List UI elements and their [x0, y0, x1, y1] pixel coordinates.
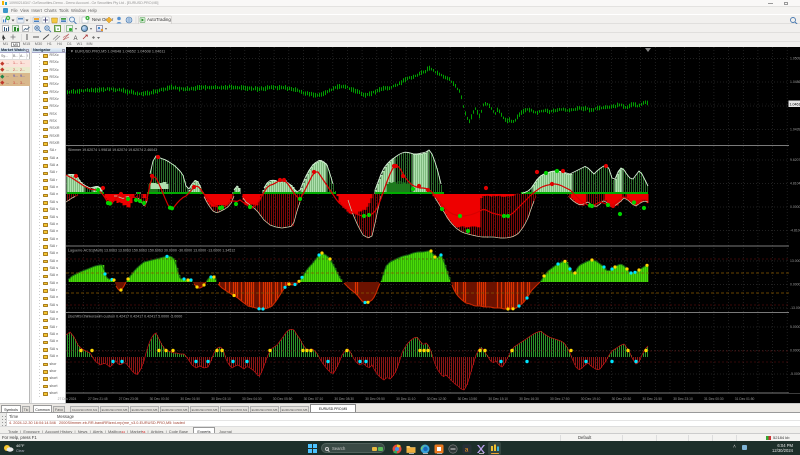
svg-text:30 Dec 13:50: 30 Dec 13:50 [458, 397, 478, 401]
svg-text:-5.0000: -5.0000 [790, 372, 800, 376]
svg-text:30 Dec 03:10: 30 Dec 03:10 [211, 397, 231, 401]
svg-text:31 Dec 01:50: 31 Dec 01:50 [735, 397, 755, 401]
svg-text:9.6207: 9.6207 [790, 158, 800, 162]
svg-text:0.0000: 0.0000 [790, 283, 800, 287]
svg-text:Laguerre-ACS1(Multi) 13.6063 1: Laguerre-ACS1(Multi) 13.6063 13.6063 150… [68, 249, 235, 253]
svg-text:27 Dec 21:45: 27 Dec 21:45 [88, 397, 108, 401]
svg-text:30 Dec 07:10: 30 Dec 07:10 [304, 397, 324, 401]
svg-text:30 Dec 08:30: 30 Dec 08:30 [334, 397, 354, 401]
svg-text:0.0000: 0.0000 [790, 349, 800, 353]
svg-text:-4.8104: -4.8104 [790, 229, 800, 233]
svg-text:13.0000: 13.0000 [790, 259, 800, 263]
svg-text:1.05095: 1.05095 [790, 57, 800, 61]
svg-text:1.04390: 1.04390 [790, 128, 800, 132]
svg-text:30 Dec 01:50: 30 Dec 01:50 [180, 397, 200, 401]
svg-text:0.0000: 0.0000 [790, 205, 800, 209]
svg-text:4.8104: 4.8104 [790, 182, 800, 186]
svg-text:30 Dec 12:30: 30 Dec 12:30 [427, 397, 447, 401]
svg-text:5.0000: 5.0000 [790, 325, 800, 329]
svg-text:a: a [465, 446, 469, 453]
svg-text:30 Dec 11:10: 30 Dec 11:10 [396, 397, 416, 401]
svg-text:27 Dec 2024: 27 Dec 2024 [58, 397, 77, 401]
svg-text:30 Dec 23:10: 30 Dec 23:10 [673, 397, 693, 401]
svg-text:30 Dec 20:30: 30 Dec 20:30 [612, 397, 632, 401]
svg-text:30 Dec 19:10: 30 Dec 19:10 [581, 397, 601, 401]
svg-text:30 Dec 21:50: 30 Dec 21:50 [642, 397, 662, 401]
svg-text:30 Dec 16:30: 30 Dec 16:30 [519, 397, 539, 401]
svg-text:31 Dec 00:30: 31 Dec 00:30 [704, 397, 724, 401]
svg-text:30 Dec 05:50: 30 Dec 05:50 [273, 397, 293, 401]
svg-text:-13.0000: -13.0000 [790, 306, 800, 310]
svg-text:Slimmer 19.62074 1.99818 19.62: Slimmer 19.62074 1.99818 19.62074 19.620… [68, 148, 157, 152]
svg-text:30 Dec 17:50: 30 Dec 17:50 [550, 397, 570, 401]
svg-text:30 Dec 00:30: 30 Dec 00:30 [150, 397, 170, 401]
svg-text:30 Dec 15:10: 30 Dec 15:10 [488, 397, 508, 401]
svg-text:27 Dec 23:05: 27 Dec 23:05 [119, 397, 139, 401]
svg-text:30 Dec 09:50: 30 Dec 09:50 [365, 397, 385, 401]
svg-text:30 Dec 04:30: 30 Dec 04:30 [242, 397, 262, 401]
svg-text:1.04611: 1.04611 [790, 103, 800, 107]
svg-text:▼ EURUSD.PRO,M5 1.04648 1.046: ▼ EURUSD.PRO,M5 1.04648 1.04652 1.04608 … [70, 50, 165, 54]
svg-text:stochRSI thinkorswim custom 0.: stochRSI thinkorswim custom 0.42417 0.42… [68, 315, 182, 319]
svg-text:1.04860: 1.04860 [790, 80, 800, 84]
